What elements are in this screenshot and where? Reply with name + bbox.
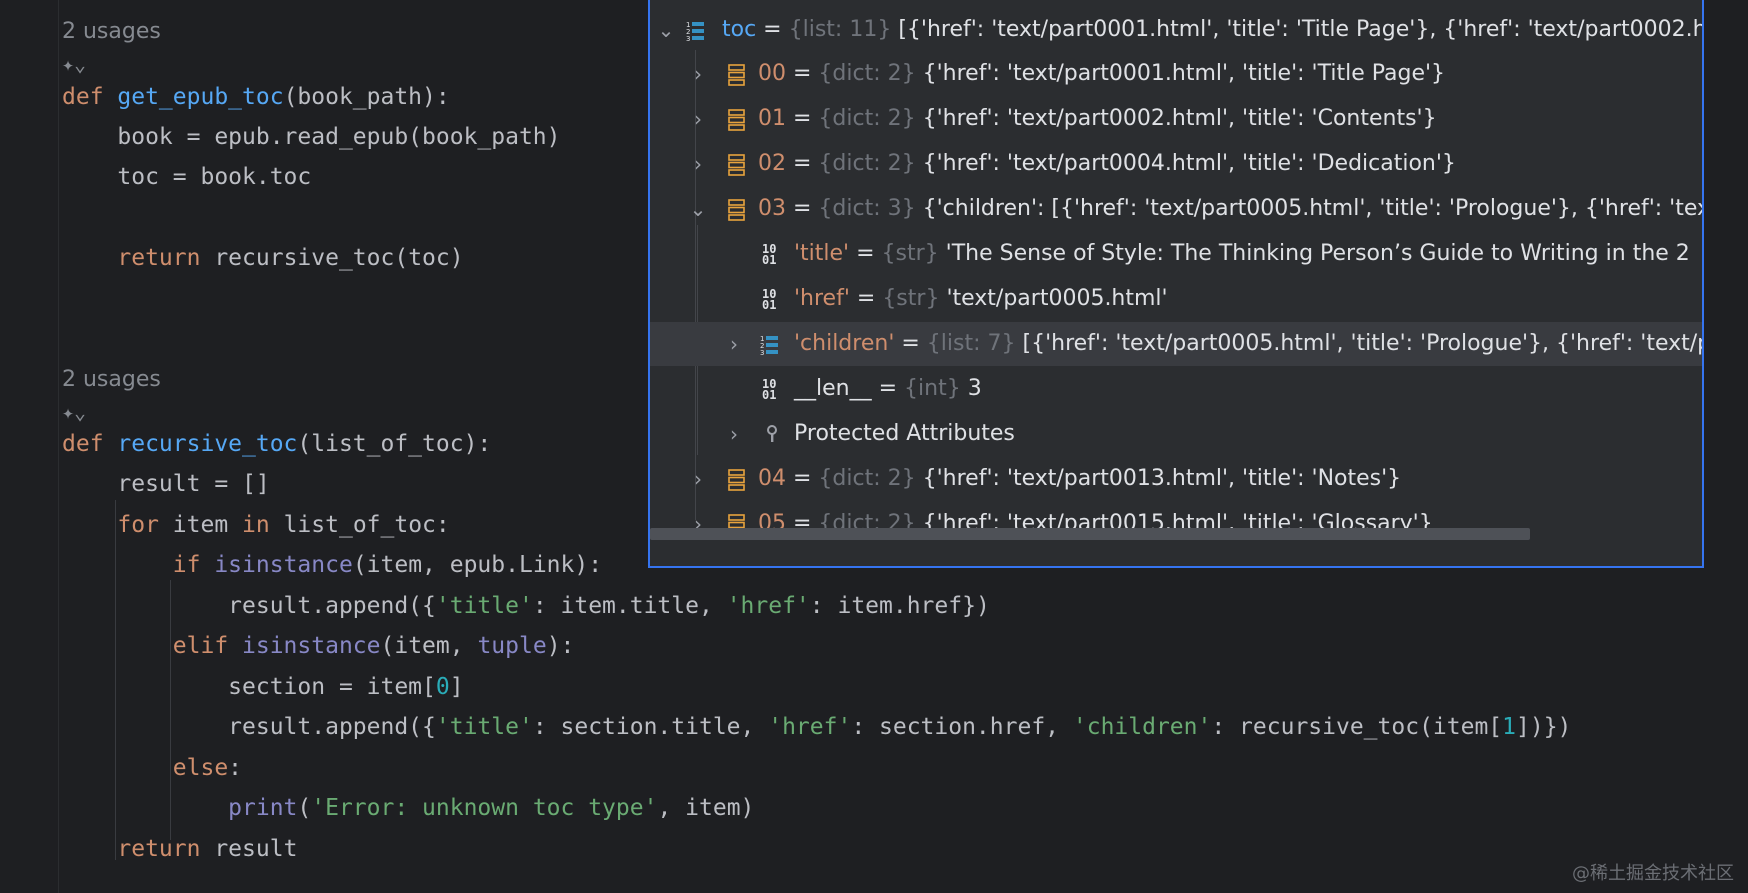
variable-value: {'href': 'text/part0002.html', 'title': … — [922, 106, 1437, 131]
chevron-right-icon[interactable]: › — [688, 52, 708, 96]
variable-name: 00 — [758, 61, 786, 86]
variable-type: {str} — [882, 286, 940, 311]
variable-name: 03 — [758, 196, 786, 221]
variable-name: __len__ — [794, 376, 872, 401]
code-line: result.append({'title': section.title, '… — [62, 714, 1572, 740]
chevron-right-icon[interactable]: › — [724, 322, 744, 366]
variable-type: {dict: 2} — [818, 151, 916, 176]
code-line: if isinstance(item, epub.Link): — [62, 552, 603, 578]
chevron-down-icon[interactable]: ⌄ — [688, 187, 708, 231]
watermark: @稀土掘金技术社区 — [1572, 863, 1734, 884]
variable-row-protected[interactable]: › Protected Attributes — [650, 412, 1702, 456]
variable-value: 3 — [967, 376, 982, 401]
variable-value: {'href': 'text/part0013.html', 'title': … — [922, 466, 1402, 491]
variable-row-00[interactable]: › 00 = {dict: 2} {'href': 'text/part0001… — [650, 52, 1702, 96]
variable-type: {dict: 2} — [818, 61, 916, 86]
variable-type: {int} — [904, 376, 961, 401]
chevron-right-icon[interactable]: › — [688, 457, 708, 501]
chevron-right-icon[interactable]: › — [688, 142, 708, 186]
svg-text:3: 3 — [686, 35, 690, 42]
code-line: section = item[0] — [62, 674, 464, 700]
code-line: return recursive_toc(toc) — [62, 245, 464, 271]
variable-row-title[interactable]: 10 01 'title' = {str} 'The Sense of Style… — [650, 232, 1702, 276]
variable-name: 'title' — [794, 241, 850, 266]
code-line: def get_epub_toc(book_path): — [62, 84, 450, 110]
code-line: print('Error: unknown toc type', item) — [62, 795, 755, 821]
code-line: for item in list_of_toc: — [62, 512, 450, 538]
variable-type: {dict: 3} — [818, 196, 916, 221]
variable-value: {'href': 'text/part0001.html', 'title': … — [922, 61, 1446, 86]
string-icon: 10 01 — [762, 242, 777, 267]
svg-text:3: 3 — [760, 349, 764, 356]
variable-row-02[interactable]: › 02 = {dict: 2} {'href': 'text/part0004… — [650, 142, 1702, 186]
variable-name: 04 — [758, 466, 786, 491]
variable-name: toc — [722, 17, 757, 42]
dict-icon — [728, 109, 745, 131]
code-line: book = epub.read_epub(book_path) — [62, 124, 561, 150]
code-line: else: — [62, 755, 243, 781]
key-icon — [767, 425, 777, 442]
dict-icon — [728, 154, 745, 176]
variable-name: 01 — [758, 106, 786, 131]
dict-icon — [728, 64, 745, 86]
chevron-down-icon[interactable]: ⌄ — [656, 8, 676, 52]
variable-value: [{'href': 'text/part0005.html', 'title':… — [1022, 331, 1704, 356]
code-line: result = [] — [62, 471, 270, 497]
variable-name: 02 — [758, 151, 786, 176]
chevron-right-icon[interactable]: › — [724, 412, 744, 456]
list-icon: 1 2 3 — [760, 335, 778, 356]
code-line: elif isinstance(item, tuple): — [62, 633, 575, 659]
horizontal-scrollbar[interactable] — [650, 528, 1530, 540]
variable-type: {str} — [881, 241, 939, 266]
variable-name: 'children' — [794, 331, 895, 356]
code-line: def recursive_toc(list_of_toc): — [62, 431, 492, 457]
chevron-right-icon[interactable]: › — [688, 97, 708, 141]
line-gutter[interactable] — [0, 0, 59, 893]
variable-row-toc[interactable]: ⌄ 1 2 3 toc = {list: 11} [{'href': 'text… — [650, 8, 1704, 52]
variable-row-01[interactable]: › 01 = {dict: 2} {'href': 'text/part0002… — [650, 97, 1702, 141]
variable-value: {'children': [{'href': 'text/part0005.ht… — [922, 196, 1704, 221]
variable-value: [{'href': 'text/part0001.html', 'title':… — [898, 17, 1704, 42]
variable-row-03[interactable]: ⌄ 03 = {dict: 3} {'children': [{'href': … — [650, 187, 1704, 231]
variable-value: 'The Sense of Style: The Thinking Person… — [945, 241, 1690, 266]
variable-value: {'href': 'text/part0004.html', 'title': … — [922, 151, 1456, 176]
variable-value: 'text/part0005.html' — [946, 286, 1168, 311]
debugger-variables-popup[interactable]: ⌄ 1 2 3 toc = {list: 11} [{'href': 'text… — [648, 0, 1704, 568]
variable-type: {dict: 2} — [818, 466, 916, 491]
variable-type: {list: 11} — [788, 17, 892, 42]
code-line: result.append({'title': item.title, 'hre… — [62, 593, 990, 619]
code-line: toc = book.toc — [62, 164, 312, 190]
int-icon: 10 01 — [762, 377, 777, 402]
variable-row-len[interactable]: 10 01 __len__ = {int} 3 — [650, 367, 1702, 411]
variable-row-04[interactable]: › 04 = {dict: 2} {'href': 'text/part0013… — [650, 457, 1702, 501]
protected-attributes-label: Protected Attributes — [794, 421, 1015, 446]
string-icon: 10 01 — [762, 287, 777, 312]
variable-type: {list: 7} — [926, 331, 1016, 356]
variable-row-href[interactable]: 10 01 'href' = {str} 'text/part0005.html' — [650, 277, 1702, 321]
code-line: return result — [62, 836, 298, 862]
variable-name: 'href' — [794, 286, 850, 311]
variable-type: {dict: 2} — [818, 106, 916, 131]
list-icon: 1 2 3 — [686, 21, 704, 42]
dict-icon — [728, 469, 745, 491]
dict-icon — [728, 199, 745, 221]
variable-row-children[interactable]: › 1 2 3 'children' = {list: 7} [{'href':… — [650, 322, 1704, 366]
